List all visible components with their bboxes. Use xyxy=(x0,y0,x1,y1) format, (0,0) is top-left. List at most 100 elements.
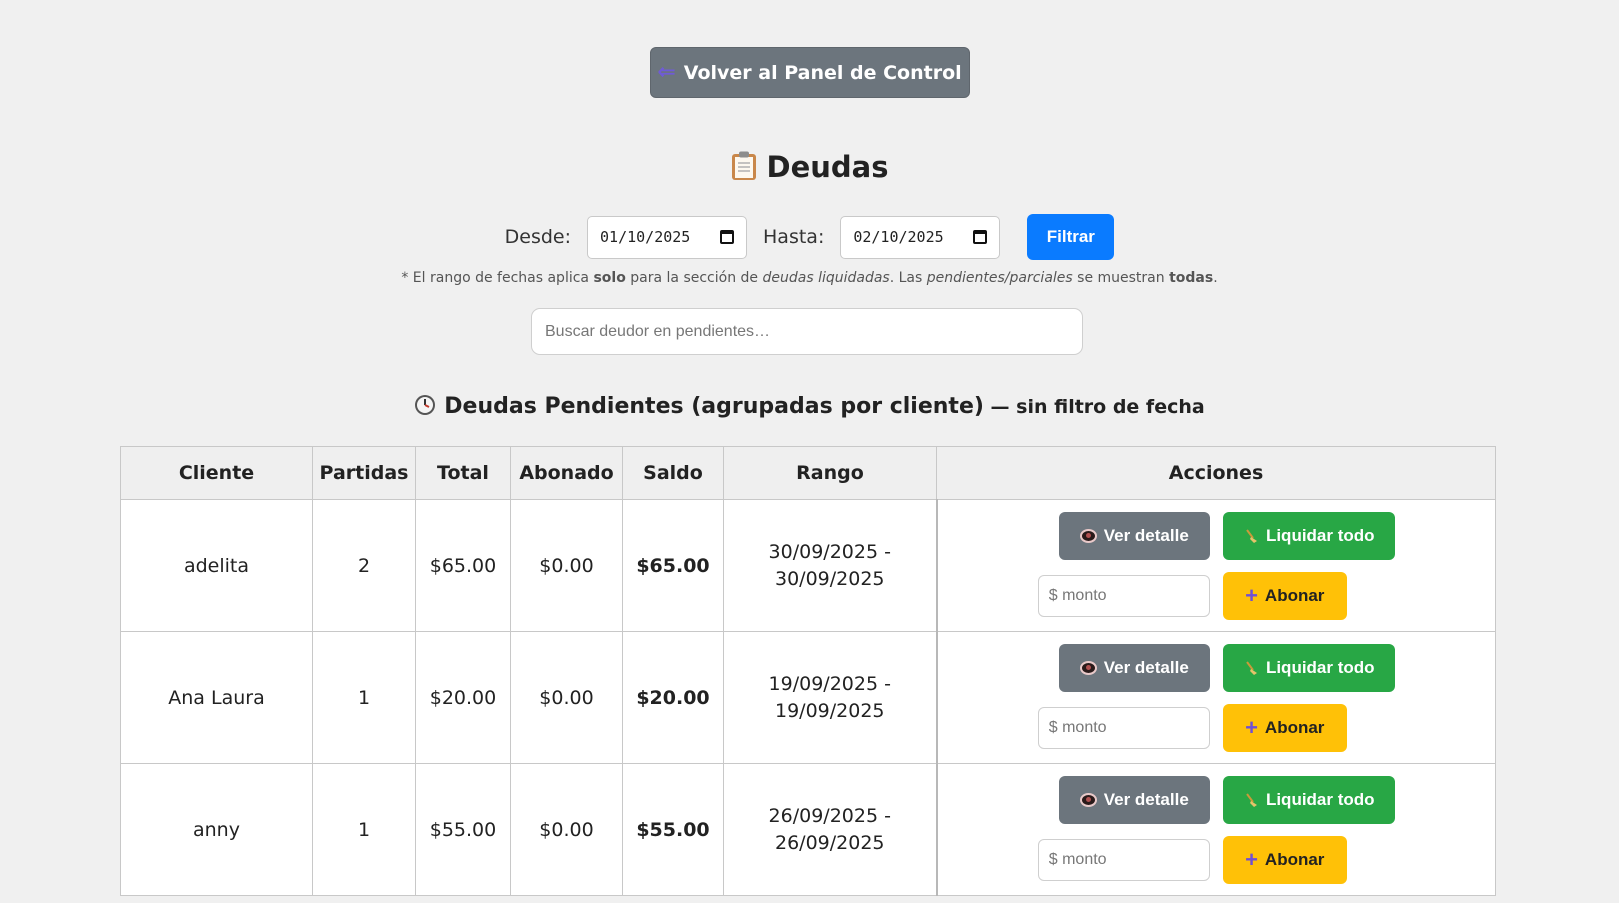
back-button-wrap: ⇐ Volver al Panel de Control xyxy=(0,47,1619,98)
column-header-total: Total xyxy=(415,446,511,500)
broom-icon xyxy=(1246,660,1257,675)
cell-abonado: $0.00 xyxy=(510,499,623,632)
table-row: anny 1 $55.00 $0.00 $55.00 26/09/2025 - … xyxy=(120,763,1496,896)
view-detail-button[interactable]: Ver detalle xyxy=(1058,643,1210,692)
actions-group: Ver detalle Liquidar todo + Abonar xyxy=(1037,511,1395,620)
actions-group: Ver detalle Liquidar todo + Abonar xyxy=(1037,643,1395,752)
note-italic-liquidadas: deudas liquidadas xyxy=(762,270,890,286)
cell-rango: 30/09/2025 - 30/09/2025 xyxy=(723,499,937,632)
page-title: Deudas xyxy=(0,150,1619,188)
note-text: para la sección de xyxy=(625,270,763,286)
payment-amount-input[interactable] xyxy=(1037,574,1210,617)
cell-cliente: Ana Laura xyxy=(120,631,313,764)
rango-start: 19/09/2025 - xyxy=(768,672,891,695)
cell-rango: 26/09/2025 - 26/09/2025 xyxy=(723,763,937,896)
note-text: * El rango de fechas aplica xyxy=(401,270,594,286)
pending-section-title: Deudas Pendientes (agrupadas por cliente… xyxy=(0,394,1619,422)
settle-all-label: Liquidar todo xyxy=(1265,657,1375,677)
cell-saldo: $55.00 xyxy=(622,763,724,896)
broom-icon xyxy=(1246,792,1257,807)
add-payment-button[interactable]: + Abonar xyxy=(1222,571,1347,620)
add-payment-label: Abonar xyxy=(1264,849,1325,869)
desde-date-value: 01/10/2025 xyxy=(600,228,691,246)
debtor-search-input[interactable] xyxy=(531,308,1083,355)
view-detail-label: Ver detalle xyxy=(1103,525,1189,545)
cell-rango: 19/09/2025 - 19/09/2025 xyxy=(723,631,937,764)
eye-icon xyxy=(1079,792,1097,807)
payment-amount-input[interactable] xyxy=(1037,838,1210,881)
pending-section-title-text: Deudas Pendientes (agrupadas por cliente… xyxy=(444,394,984,419)
cell-partidas: 1 xyxy=(312,763,416,896)
add-payment-label: Abonar xyxy=(1264,585,1325,605)
back-to-dashboard-button[interactable]: ⇐ Volver al Panel de Control xyxy=(649,47,970,98)
column-header-cliente: Cliente xyxy=(120,446,313,500)
settle-all-label: Liquidar todo xyxy=(1265,789,1375,809)
calendar-icon[interactable] xyxy=(973,230,988,244)
cell-partidas: 2 xyxy=(312,499,416,632)
cell-saldo: $20.00 xyxy=(622,631,724,764)
plus-icon: + xyxy=(1245,582,1258,608)
filter-button[interactable]: Filtrar xyxy=(1027,214,1115,260)
cell-abonado: $0.00 xyxy=(510,763,623,896)
cell-saldo: $65.00 xyxy=(622,499,724,632)
settle-all-button[interactable]: Liquidar todo xyxy=(1222,775,1395,824)
view-detail-label: Ver detalle xyxy=(1103,789,1189,809)
rango-end: 30/09/2025 xyxy=(774,567,885,590)
column-header-abonado: Abonado xyxy=(510,446,623,500)
note-bold-todas: todas xyxy=(1169,270,1214,286)
broom-icon xyxy=(1246,528,1257,543)
left-arrow-icon: ⇐ xyxy=(657,60,676,85)
cell-acciones: Ver detalle Liquidar todo + Abonar xyxy=(935,631,1496,764)
table-header-row: Cliente Partidas Total Abonado Saldo Ran… xyxy=(120,446,1496,500)
cell-acciones: Ver detalle Liquidar todo + Abonar xyxy=(935,499,1496,632)
plus-icon: + xyxy=(1245,714,1258,740)
cell-cliente: anny xyxy=(120,763,313,896)
hasta-date-input[interactable]: 02/10/2025 xyxy=(840,215,1001,259)
view-detail-button[interactable]: Ver detalle xyxy=(1058,511,1210,560)
desde-label: Desde: xyxy=(504,226,572,248)
add-payment-button[interactable]: + Abonar xyxy=(1222,703,1347,752)
cell-acciones: Ver detalle Liquidar todo + Abonar xyxy=(935,763,1496,896)
calendar-icon[interactable] xyxy=(720,230,735,244)
eye-icon xyxy=(1079,660,1097,675)
cell-cliente: adelita xyxy=(120,499,313,632)
note-text: . Las xyxy=(889,270,927,286)
cell-total: $55.00 xyxy=(415,763,511,896)
table-row: adelita 2 $65.00 $0.00 $65.00 30/09/2025… xyxy=(120,499,1496,632)
date-range-note: * El rango de fechas aplica solo para la… xyxy=(0,270,1619,286)
page-title-text: Deudas xyxy=(766,150,889,184)
view-detail-label: Ver detalle xyxy=(1103,657,1189,677)
cell-total: $65.00 xyxy=(415,499,511,632)
rango-start: 30/09/2025 - xyxy=(768,540,891,563)
hasta-date-value: 02/10/2025 xyxy=(853,228,944,246)
add-payment-label: Abonar xyxy=(1264,717,1325,737)
cell-total: $20.00 xyxy=(415,631,511,764)
add-payment-button[interactable]: + Abonar xyxy=(1222,835,1347,884)
back-button-label: Volver al Panel de Control xyxy=(683,61,962,84)
column-header-rango: Rango xyxy=(723,446,937,500)
clipboard-icon xyxy=(731,151,757,188)
actions-group: Ver detalle Liquidar todo + Abonar xyxy=(1037,775,1395,884)
date-filter-row: Desde: 01/10/2025 Hasta: 02/10/2025 Filt… xyxy=(0,214,1619,260)
settle-all-label: Liquidar todo xyxy=(1265,525,1375,545)
payment-amount-input[interactable] xyxy=(1037,706,1210,749)
column-header-saldo: Saldo xyxy=(622,446,724,500)
note-text: se muestran xyxy=(1072,270,1170,286)
view-detail-button[interactable]: Ver detalle xyxy=(1058,775,1210,824)
settle-all-button[interactable]: Liquidar todo xyxy=(1222,643,1395,692)
rango-end: 26/09/2025 xyxy=(774,831,885,854)
note-text: . xyxy=(1213,270,1218,286)
table-row: Ana Laura 1 $20.00 $0.00 $20.00 19/09/20… xyxy=(120,631,1496,764)
cell-abonado: $0.00 xyxy=(510,631,623,764)
note-italic-pendientes: pendientes/parciales xyxy=(926,270,1073,286)
desde-date-input[interactable]: 01/10/2025 xyxy=(587,215,748,259)
pending-debts-table: Cliente Partidas Total Abonado Saldo Ran… xyxy=(120,446,1496,896)
column-header-partidas: Partidas xyxy=(312,446,416,500)
pending-section-subtitle: — sin filtro de fecha xyxy=(983,396,1205,418)
plus-icon: + xyxy=(1245,846,1258,872)
hasta-label: Hasta: xyxy=(763,226,825,248)
settle-all-button[interactable]: Liquidar todo xyxy=(1222,511,1395,560)
rango-start: 26/09/2025 - xyxy=(768,804,891,827)
rango-end: 19/09/2025 xyxy=(774,699,885,722)
clock-icon xyxy=(414,394,436,422)
